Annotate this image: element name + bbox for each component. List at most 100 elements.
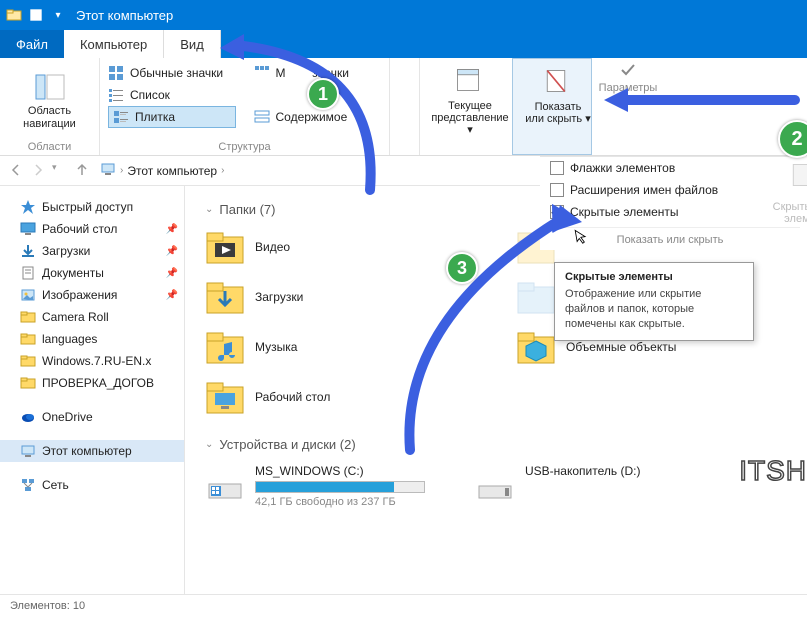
layout-normal-icons[interactable]: Обычные значки <box>108 62 236 84</box>
sidebar-this-pc[interactable]: Этот компьютер <box>0 440 184 462</box>
pin-icon: 📌 <box>166 290 178 301</box>
tab-computer[interactable]: Компьютер <box>64 30 164 58</box>
nav-pane-icon <box>34 71 66 103</box>
layout-content[interactable]: Содержимое <box>254 106 382 128</box>
network-icon <box>20 477 36 493</box>
drive-d[interactable]: USB-накопитель (D:) <box>475 464 640 508</box>
back-icon[interactable] <box>8 162 26 180</box>
sidebar-downloads[interactable]: Загрузки 📌 <box>0 240 184 262</box>
usb-drive-icon <box>475 464 515 504</box>
folder-icon <box>516 277 556 317</box>
folder-icon <box>20 353 36 369</box>
checkbox-file-extensions[interactable]: Расширения имен файлов <box>540 179 800 201</box>
layout-row-label: Плитка <box>135 110 175 124</box>
properties-icon[interactable] <box>28 7 44 23</box>
ribbon-group-panes: Область навигации Области <box>0 58 100 155</box>
checkbox-label: Расширения имен файлов <box>570 183 718 197</box>
drive-free-text: 42,1 ГБ свободно из 237 ГБ <box>255 496 425 508</box>
show-hide-label: Показатьили скрыть ▾ <box>525 101 590 125</box>
sidebar-item-label: Этот компьютер <box>42 444 132 458</box>
layout-list[interactable]: Список <box>108 84 236 106</box>
options-label: Параметры <box>599 82 658 94</box>
nav-pane-button[interactable]: Область навигации <box>19 67 81 133</box>
sidebar-network[interactable]: Сеть <box>0 474 184 496</box>
folder-label: Загрузки <box>255 290 303 304</box>
breadcrumb-item[interactable]: Этот компьютер <box>127 164 217 178</box>
chevron-right-icon: › <box>120 165 123 176</box>
sidebar-quick-access[interactable]: Быстрый доступ <box>0 196 184 218</box>
group-label-panes: Области <box>0 141 99 153</box>
current-view-icon <box>454 66 486 98</box>
checkbox-label: Флажки элементов <box>570 161 675 175</box>
annotation-badge-3: 3 <box>446 252 478 284</box>
chevron-right-icon: › <box>221 165 224 176</box>
sidebar-proverka[interactable]: ПРОВЕРКА_ДОГОВ <box>0 372 184 394</box>
ribbon-group-current-view: Текущеепредставление ▾ <box>420 58 512 155</box>
group-label-layout: Структура <box>100 141 389 153</box>
tab-file[interactable]: Файл <box>0 30 64 58</box>
sidebar-desktop[interactable]: Рабочий стол 📌 <box>0 218 184 240</box>
folder-desktop[interactable]: Рабочий стол <box>205 377 476 417</box>
layout-row-label: Содержимое <box>276 110 348 124</box>
desktop-icon <box>20 221 36 237</box>
drives-list: MS_WINDOWS (C:) 42,1 ГБ свободно из 237 … <box>205 464 787 508</box>
ribbon: Область навигации Области Обычные значки… <box>0 58 807 156</box>
drive-c[interactable]: MS_WINDOWS (C:) 42,1 ГБ свободно из 237 … <box>205 464 425 508</box>
folder-downloads[interactable]: Загрузки <box>205 277 476 317</box>
annotation-badge-1: 1 <box>307 78 339 110</box>
window-title: Этот компьютер <box>76 8 173 23</box>
hide-selected-button[interactable]: Скрыть выбэлемен <box>768 157 807 225</box>
history-dropdown-icon[interactable]: ▾ <box>52 162 70 180</box>
small-icons-icon <box>254 65 270 81</box>
folder-video[interactable]: Видео <box>205 227 476 267</box>
list-icon <box>108 87 124 103</box>
pc-icon <box>20 443 36 459</box>
content-icon <box>254 109 270 125</box>
current-view-button[interactable]: Текущеепредставление ▾ <box>428 62 512 140</box>
ribbon-group-layout: Обычные значки Список Плитка М значки - <box>100 58 390 155</box>
pc-icon <box>100 161 116 180</box>
checkbox-label: Скрытые элементы <box>570 205 679 219</box>
folder-music[interactable]: Музыка <box>205 327 476 367</box>
up-icon[interactable] <box>74 162 92 180</box>
sidebar-languages[interactable]: languages <box>0 328 184 350</box>
downloads-folder-icon <box>205 277 245 317</box>
sidebar-item-label: Сеть <box>42 478 69 492</box>
folder-icon <box>6 7 22 23</box>
star-icon <box>20 199 36 215</box>
options-button[interactable]: Параметры ▾ <box>592 58 664 155</box>
sidebar-win7[interactable]: Windows.7.RU-EN.x <box>0 350 184 372</box>
folder-label: Музыка <box>255 340 297 354</box>
layout-tile[interactable]: Плитка <box>108 106 236 128</box>
breadcrumb[interactable]: › Этот компьютер › <box>100 161 224 180</box>
pin-icon: 📌 <box>166 268 178 279</box>
layout-row-label: Список <box>130 88 170 102</box>
forward-icon[interactable] <box>30 162 48 180</box>
icons-icon <box>108 65 124 81</box>
checkbox-icon <box>550 161 564 175</box>
status-bar: Элементов: 10 <box>0 594 807 616</box>
ribbon-tabs: Файл Компьютер Вид <box>0 30 807 58</box>
music-folder-icon <box>205 327 245 367</box>
drives-section-header[interactable]: ⌄ Устройства и диски (2) <box>205 437 787 452</box>
sidebar-documents[interactable]: Документы 📌 <box>0 262 184 284</box>
dropdown-icon[interactable]: ▾ <box>50 7 66 23</box>
nav-pane-label: Область навигации <box>21 105 79 129</box>
sidebar-pictures[interactable]: Изображения 📌 <box>0 284 184 306</box>
checkbox-icon <box>550 183 564 197</box>
folder-label: Объемные объекты <box>566 340 676 354</box>
status-text: Элементов: 10 <box>10 600 85 612</box>
sidebar-camera-roll[interactable]: Camera Roll <box>0 306 184 328</box>
sidebar-item-label: Camera Roll <box>42 310 109 324</box>
folder-label: Видео <box>255 240 290 254</box>
checkbox-item-checkboxes[interactable]: Флажки элементов <box>540 157 800 179</box>
objects3d-folder-icon <box>516 327 556 367</box>
drive-name: MS_WINDOWS (C:) <box>255 464 425 478</box>
tab-view[interactable]: Вид <box>164 30 221 58</box>
titlebar: ▾ Этот компьютер <box>0 0 807 30</box>
pin-icon: 📌 <box>166 224 178 235</box>
sidebar-onedrive[interactable]: OneDrive <box>0 406 184 428</box>
show-hide-button[interactable]: Показатьили скрыть ▾ <box>521 63 595 129</box>
checkbox-hidden-items[interactable]: Скрытые элементы <box>540 201 800 223</box>
quick-access-toolbar: ▾ <box>6 7 66 23</box>
